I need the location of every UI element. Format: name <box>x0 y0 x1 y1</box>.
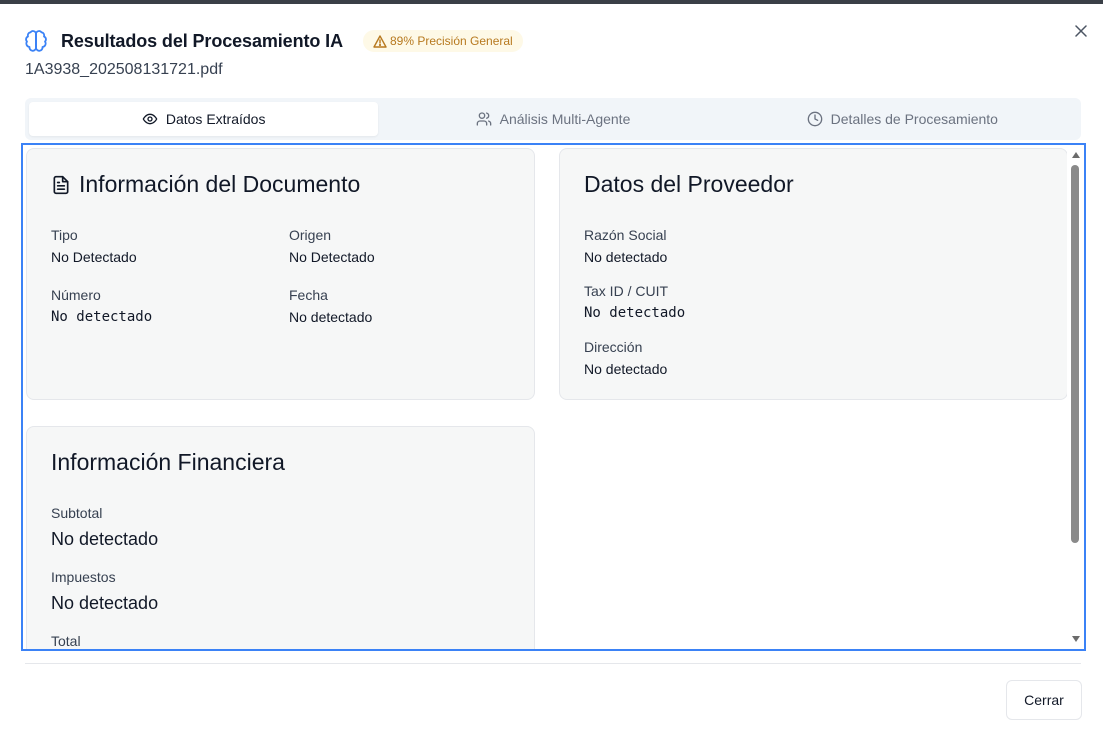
field-value: No detectado <box>584 249 668 265</box>
field-value: No detectado <box>51 593 159 613</box>
field-label: Tax ID / CUIT <box>584 283 669 299</box>
field-subtotal: Subtotal No detectado <box>51 505 158 550</box>
field-label: Tipo <box>51 227 78 243</box>
field-origen: Origen No Detectado <box>289 227 375 265</box>
tab-analisis-multi-agente[interactable]: Análisis Multi-Agente <box>378 102 727 136</box>
vertical-scrollbar[interactable] <box>1067 145 1084 649</box>
card-title: Información Financiera <box>51 449 285 475</box>
tab-detalles-procesamiento[interactable]: Detalles de Procesamiento <box>728 102 1077 136</box>
dialog-title: Resultados del Procesamiento IA <box>61 30 343 51</box>
financial-card: Información Financiera Subtotal No detec… <box>26 426 535 649</box>
document-info-card: Información del Documento Tipo No Detect… <box>26 148 535 400</box>
results-dialog: Resultados del Procesamiento IA 89% Prec… <box>0 4 1103 738</box>
file-name: 1A3938_202508131721.pdf <box>25 61 223 78</box>
close-icon <box>1075 25 1087 37</box>
precision-badge: 89% Precisión General <box>362 30 523 52</box>
field-label: Razón Social <box>584 227 667 243</box>
field-numero: Número No detectado <box>51 287 152 325</box>
field-value: No detectado <box>584 305 686 321</box>
tab-label: Datos Extraídos <box>165 111 266 127</box>
field-value: No Detectado <box>51 249 137 265</box>
scroll-up-arrow-icon[interactable] <box>1071 151 1081 159</box>
eye-icon <box>142 113 158 125</box>
field-value: No detectado <box>51 529 159 549</box>
field-value: No detectado <box>51 309 153 325</box>
users-icon <box>476 112 491 126</box>
field-direccion: Dirección No detectado <box>584 339 667 377</box>
field-label: Impuestos <box>51 569 116 585</box>
dialog-header: Resultados del Procesamiento IA 89% Prec… <box>24 28 523 54</box>
cerrar-button[interactable]: Cerrar <box>1006 680 1082 720</box>
brain-icon <box>24 29 48 53</box>
card-title: Datos del Proveedor <box>584 171 794 197</box>
field-value: No detectado <box>289 309 373 325</box>
tab-panel-scroll-area[interactable]: Información del Documento Tipo No Detect… <box>21 143 1086 651</box>
field-label: Total <box>51 633 81 649</box>
field-total: Total <box>51 633 81 649</box>
tab-datos-extraidos[interactable]: Datos Extraídos <box>29 102 379 136</box>
field-impuestos: Impuestos No detectado <box>51 569 158 614</box>
field-value: No detectado <box>584 361 668 377</box>
document-info-heading: Información del Documento <box>51 171 360 198</box>
field-label: Subtotal <box>51 505 103 521</box>
field-label: Dirección <box>584 339 643 355</box>
field-razon-social: Razón Social No detectado <box>584 227 667 265</box>
footer-divider <box>25 663 1081 664</box>
field-label: Origen <box>289 227 332 243</box>
field-tipo: Tipo No Detectado <box>51 227 137 265</box>
scroll-down-arrow-icon[interactable] <box>1071 635 1081 643</box>
field-value: No Detectado <box>289 249 375 265</box>
tab-list: Datos Extraídos Análisis Multi-Agente De… <box>25 98 1081 140</box>
field-fecha: Fecha No detectado <box>289 287 372 325</box>
provider-card: Datos del Proveedor Razón Social No dete… <box>559 148 1068 400</box>
field-label: Fecha <box>289 287 328 303</box>
precision-badge-label: 89% Precisión General <box>389 34 513 48</box>
close-button[interactable] <box>1070 20 1092 42</box>
clock-icon <box>807 111 822 127</box>
scrollbar-thumb[interactable] <box>1071 165 1079 543</box>
warning-icon <box>373 34 387 48</box>
card-title: Información del Documento <box>79 171 361 197</box>
file-text-icon <box>53 175 69 194</box>
tab-label: Análisis Multi-Agente <box>499 111 631 127</box>
field-label: Número <box>51 287 101 303</box>
tab-label: Detalles de Procesamiento <box>830 111 998 127</box>
field-tax-id: Tax ID / CUIT No detectado <box>584 283 685 321</box>
